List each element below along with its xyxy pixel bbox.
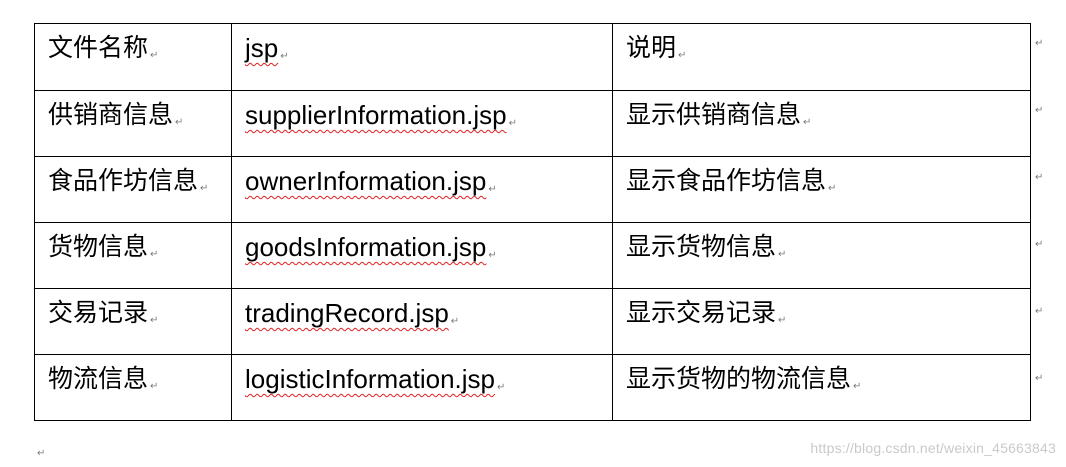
table-cell-jsp[interactable]: tradingRecord.jsp ↵ (231, 288, 613, 355)
table-row: 交易记录 ↵ tradingRecord.jsp ↵ 显示交易记录 ↵ (34, 288, 1031, 355)
paragraph-mark-icon: ↵ (678, 50, 687, 61)
paragraph-mark-icon: ↵ (778, 249, 787, 260)
table-row: 文件名称 ↵ jsp ↵ 说明 ↵ (34, 23, 1031, 91)
paragraph-mark-icon: ↵ (37, 448, 46, 459)
cell-text: 文件名称 (48, 33, 149, 62)
table-cell-name[interactable]: 货物信息 ↵ (34, 222, 232, 289)
table-cell-jsp[interactable]: supplierInformation.jsp ↵ (231, 90, 613, 157)
paragraph-mark-icon: ↵ (150, 249, 159, 260)
table-row: 供销商信息 ↵ supplierInformation.jsp ↵ 显示供销商信息 ↵ (34, 90, 1031, 157)
table-cell-name[interactable]: 文件名称 ↵ (34, 23, 232, 91)
paragraph-mark-icon: ↵ (450, 316, 460, 327)
table-row: 物流信息 ↵ logisticInformation.jsp ↵ 显示货物的物流信息… (34, 354, 1031, 421)
paragraph-mark-icon: ↵ (497, 382, 506, 393)
cell-text: ownerInformation.jsp (245, 166, 487, 196)
paragraph-mark-icon: ↵ (488, 184, 497, 195)
paragraph-mark-icon: ↵ (280, 51, 289, 62)
table-row: 货物信息 ↵ goodsInformation.jsp ↵ 显示货物信息 ↵ (34, 222, 1031, 289)
table-cell-description[interactable]: 显示货物的物流信息 ↵ (612, 354, 1031, 421)
table-cell-name[interactable]: 食品作坊信息 ↵ (34, 156, 232, 223)
table-row: 食品作坊信息 ↵ ownerInformation.jsp ↵ 显示食品作坊信息 ↵ (34, 156, 1031, 223)
paragraph-mark-icon: ↵ (150, 315, 159, 326)
paragraph-mark-icon: ↵ (508, 118, 517, 129)
row-end-mark-icon: ↵ (1035, 239, 1044, 250)
cell-text: 显示货物信息 (626, 232, 777, 261)
table-cell-description[interactable]: 显示食品作坊信息 ↵ (612, 156, 1031, 223)
cell-text: 显示货物的物流信息 (626, 364, 852, 393)
table-cell-jsp[interactable]: ownerInformation.jsp ↵ (231, 156, 613, 223)
watermark: https://blog.csdn.net/weixin_45663843 (810, 440, 1056, 456)
paragraph-mark-icon: ↵ (150, 381, 159, 392)
paragraph-mark-icon: ↵ (175, 117, 184, 128)
table-cell-name[interactable]: 物流信息 ↵ (34, 354, 232, 421)
cell-text: 供销商信息 (48, 100, 174, 129)
cell-text: 货物信息 (48, 232, 149, 261)
table-cell-jsp[interactable]: goodsInformation.jsp ↵ (231, 222, 613, 289)
row-end-mark-icon: ↵ (1035, 373, 1044, 384)
table-cell-description[interactable]: 显示供销商信息 ↵ (612, 90, 1031, 157)
row-end-mark-icon: ↵ (1035, 38, 1044, 49)
table-cell-name[interactable]: 交易记录 ↵ (34, 288, 232, 355)
table-cell-description[interactable]: 显示货物信息 ↵ (612, 222, 1031, 289)
paragraph-mark-icon: ↵ (853, 381, 862, 392)
table-cell-jsp[interactable]: logisticInformation.jsp ↵ (231, 354, 613, 421)
cell-text: jsp (245, 33, 279, 63)
cell-text: 显示食品作坊信息 (626, 166, 827, 195)
cell-text: supplierInformation.jsp (245, 100, 507, 130)
paragraph-mark-icon: ↵ (778, 315, 787, 326)
cell-text: 物流信息 (48, 364, 149, 393)
paragraph-mark-icon: ↵ (200, 183, 209, 194)
paragraph-mark-icon: ↵ (488, 250, 497, 261)
table-cell-description[interactable]: 说明 ↵ (612, 23, 1031, 91)
table-cell-jsp[interactable]: jsp ↵ (231, 23, 613, 91)
cell-text: 显示供销商信息 (626, 100, 802, 129)
paragraph-mark-icon: ↵ (150, 50, 159, 61)
cell-text: goodsInformation.jsp (245, 232, 487, 262)
paragraph-mark-icon: ↵ (828, 183, 837, 194)
row-end-mark-icon: ↵ (1035, 105, 1044, 116)
cell-text: 显示交易记录 (626, 298, 777, 327)
cell-text: 说明 (626, 33, 677, 62)
cell-text: 交易记录 (48, 298, 149, 327)
file-list-table: 文件名称 ↵ jsp ↵ 说明 ↵ 供销商信息 ↵ supplierInformatio… (34, 23, 1031, 421)
cell-text: logisticInformation.jsp (245, 364, 495, 394)
cell-text: tradingRecord.jsp (245, 298, 449, 328)
row-end-mark-icon: ↵ (1035, 172, 1044, 183)
row-end-mark-icon: ↵ (1035, 306, 1044, 317)
paragraph-mark-icon: ↵ (803, 117, 812, 128)
table-cell-description[interactable]: 显示交易记录 ↵ (612, 288, 1031, 355)
table-cell-name[interactable]: 供销商信息 ↵ (34, 90, 232, 157)
cell-text: 食品作坊信息 (48, 166, 199, 195)
